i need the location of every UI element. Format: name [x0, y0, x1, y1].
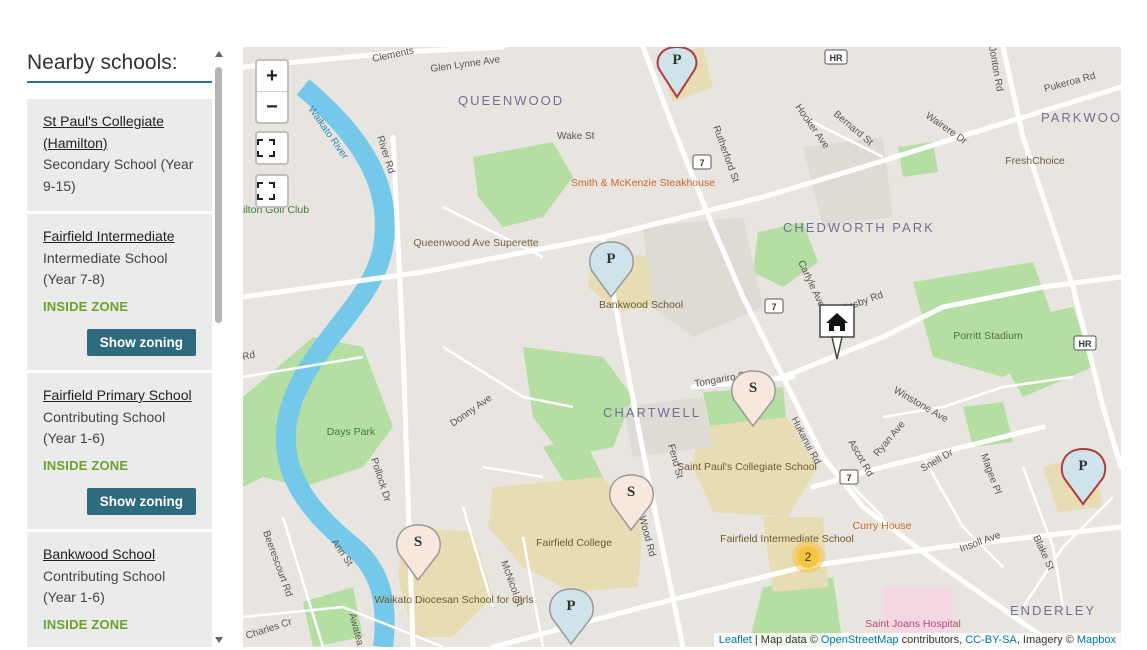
road-label: Donny Ave: [448, 393, 494, 430]
leaflet-link[interactable]: Leaflet: [719, 634, 752, 646]
primary-school-marker: P: [549, 588, 594, 646]
fullscreen-button[interactable]: [257, 133, 287, 163]
school-type: Secondary School (Year 9-15): [43, 156, 194, 194]
sidebar-scrollbar[interactable]: [214, 47, 224, 647]
school-card: St Paul's Collegiate (Hamilton) Secondar…: [27, 99, 212, 211]
school-type: Contributing School (Year 1-6): [43, 567, 166, 606]
svg-text:2: 2: [805, 550, 812, 564]
mapbox-link[interactable]: Mapbox: [1077, 634, 1116, 646]
road-label: Glen Lynne Ave: [430, 54, 501, 75]
fullscreen-icon: [257, 139, 275, 157]
inside-zone-badge: INSIDE ZONE: [43, 457, 129, 473]
poi-label: Saint Paul's Collegiate School: [677, 461, 817, 473]
school-name-link[interactable]: Fairfield Primary School: [43, 385, 196, 407]
poi-label: Waikato Diocesan School for Girls: [375, 594, 534, 606]
road-label: Magee Pl: [978, 452, 1003, 495]
fullscreen-button-alt[interactable]: [257, 176, 287, 206]
area-label: ENDERLEY: [1010, 603, 1096, 618]
poi-label: Bankwood School: [599, 299, 683, 311]
school-name-link[interactable]: Bankwood School: [43, 544, 196, 566]
map-view[interactable]: 7 7 7 HR HR QUEENWOOD CHEDWORTH PARK CHA…: [243, 47, 1121, 647]
poi-label: Days Park: [327, 426, 376, 438]
zoom-control: + −: [255, 59, 289, 124]
svg-text:S: S: [749, 380, 757, 396]
scroll-up-arrow-icon[interactable]: [215, 51, 223, 57]
svg-text:P: P: [606, 251, 615, 267]
svg-text:S: S: [627, 484, 635, 500]
poi-label: Curry House: [853, 520, 912, 532]
road-label: Ryan Ave: [872, 419, 908, 459]
route-hr-label: HR: [1079, 339, 1092, 349]
poi-label: Porritt Stadium: [953, 330, 1023, 342]
poi-label: Fairfield College: [536, 537, 612, 549]
inside-zone-badge: INSIDE ZONE: [43, 616, 129, 632]
poi-label: Smith & McKenzie Steakhouse: [571, 177, 715, 189]
inside-zone-badge: INSIDE ZONE: [43, 298, 129, 314]
poi-label: Saint Joans Hospital: [865, 618, 961, 630]
road-label: Insoll Ave: [958, 530, 1002, 555]
show-zoning-button[interactable]: Show zoning: [86, 488, 196, 515]
road-label: Pukeroa Rd: [1043, 71, 1097, 95]
area-label: CHEDWORTH PARK: [783, 220, 935, 235]
zoom-out-button[interactable]: −: [257, 92, 287, 122]
road-label: Rd: [243, 350, 256, 363]
expand-icon: [257, 182, 275, 200]
poi-label: Queenwood Ave Superette: [413, 237, 538, 249]
road-label: Winstone Ave: [892, 385, 951, 425]
license-link[interactable]: CC-BY-SA: [965, 634, 1017, 646]
attribution-text: contributors,: [901, 634, 963, 646]
route-7-label: 7: [846, 473, 851, 483]
map-attribution: Leaflet | Map data © OpenStreetMap contr…: [713, 633, 1121, 647]
route-hr-label: HR: [830, 53, 843, 63]
road-label: Pollock Dr: [368, 457, 393, 504]
route-7-label: 7: [699, 158, 704, 168]
school-type: Contributing School (Year 1-6): [43, 408, 166, 447]
attribution-text: , Imagery ©: [1016, 634, 1074, 646]
poi-label: Fairfield Intermediate School: [720, 533, 854, 545]
attribution-text: | Map data ©: [754, 634, 818, 646]
fullscreen-control-alt: [255, 174, 289, 208]
route-7-label: 7: [771, 302, 776, 312]
road-label: Clements: [371, 47, 415, 65]
map-canvas[interactable]: 7 7 7 HR HR QUEENWOOD CHEDWORTH PARK CHA…: [243, 47, 1121, 647]
school-card: Fairfield Primary School Contributing Sc…: [27, 373, 212, 529]
school-name-link[interactable]: St Paul's Collegiate (Hamilton): [43, 111, 196, 154]
area-label: QUEENWOOD: [458, 93, 564, 108]
school-type: Intermediate School (Year 7-8): [43, 249, 168, 288]
zoom-in-button[interactable]: +: [257, 61, 287, 92]
svg-text:S: S: [414, 534, 422, 550]
osm-link[interactable]: OpenStreetMap: [821, 634, 899, 646]
school-name-link[interactable]: Fairfield Intermediate: [43, 226, 196, 248]
school-card: Bankwood School Contributing School (Yea…: [27, 532, 212, 647]
road-label: Rutherford St: [710, 124, 741, 184]
road-label: Blake St: [1030, 534, 1056, 573]
area-label: CHARTWELL: [603, 405, 701, 420]
show-zoning-button[interactable]: Show zoning: [86, 329, 196, 356]
scrollbar-thumb[interactable]: [215, 67, 222, 323]
cluster-marker[interactable]: 2: [792, 541, 824, 573]
road-label: Wake St: [557, 131, 595, 142]
area-label: PARKWOOD: [1041, 110, 1121, 125]
road-label: Charles Cr: [245, 616, 294, 641]
poi-label: FreshChoice: [1005, 155, 1065, 167]
svg-text:P: P: [672, 52, 681, 68]
school-card: Fairfield Intermediate Intermediate Scho…: [27, 214, 212, 370]
svg-text:P: P: [1078, 458, 1087, 474]
nearby-schools-sidebar: Nearby schools: St Paul's Collegiate (Ha…: [27, 47, 212, 647]
scroll-down-arrow-icon[interactable]: [215, 637, 223, 643]
fullscreen-control: [255, 131, 289, 165]
svg-text:P: P: [566, 598, 575, 614]
road-label: Hooker Ave: [793, 102, 832, 151]
sidebar-title: Nearby schools:: [27, 47, 212, 83]
